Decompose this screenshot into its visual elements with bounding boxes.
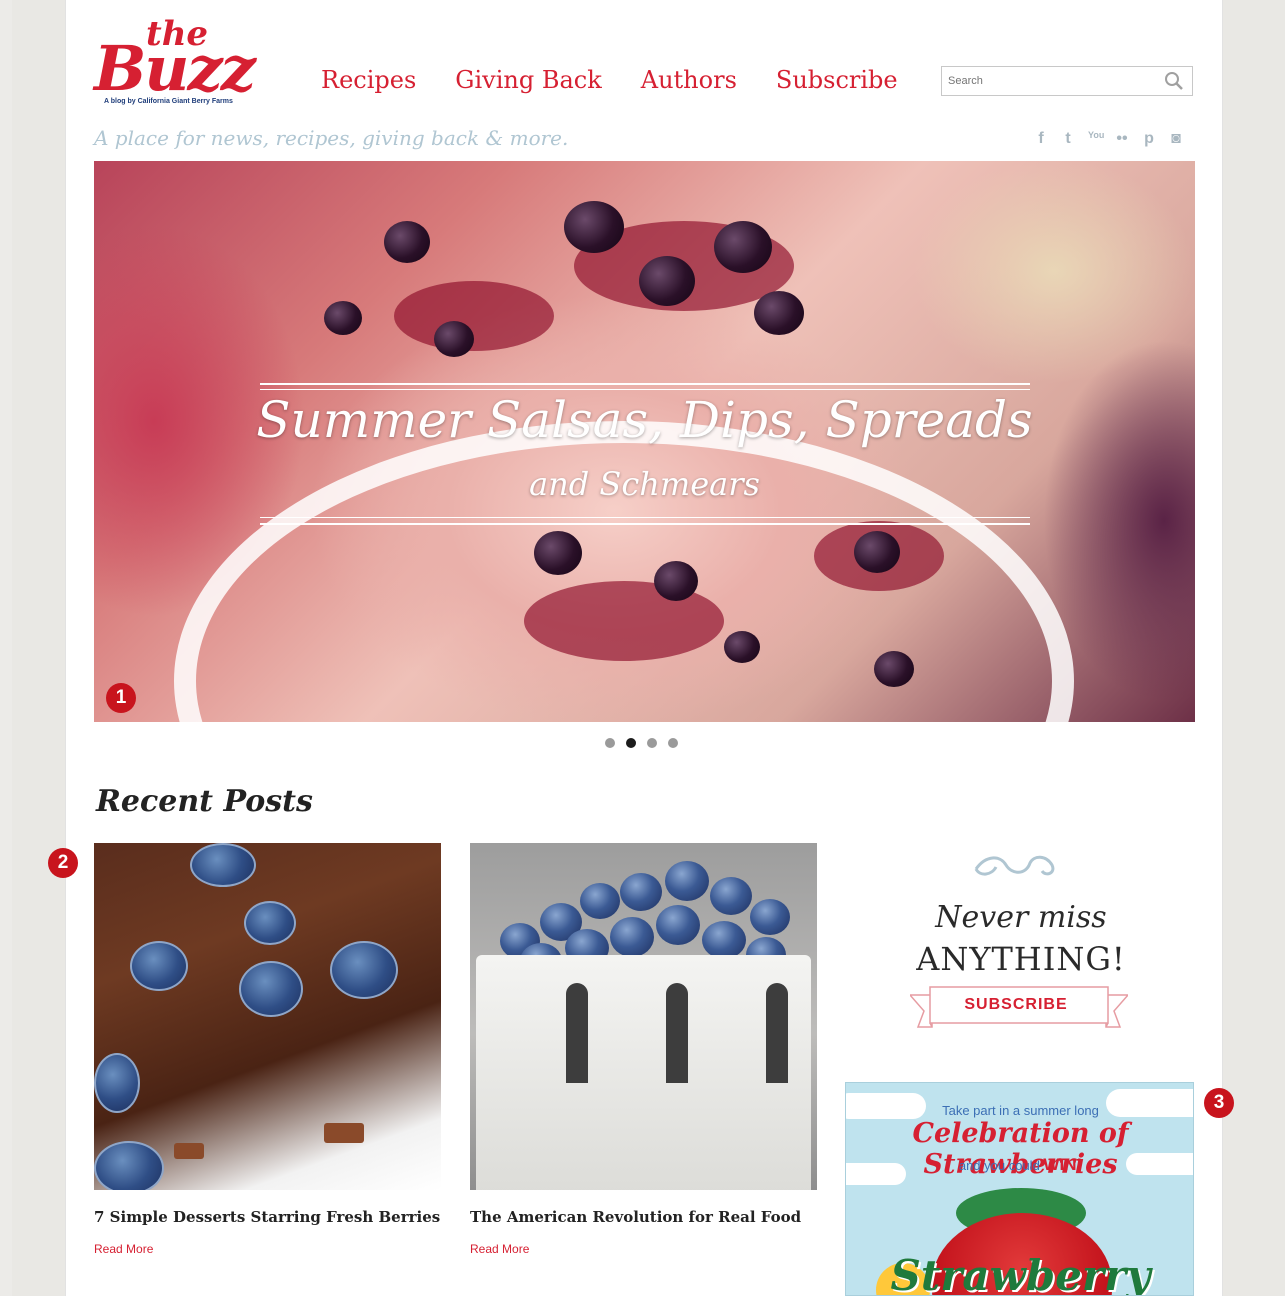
slider-dot-3[interactable] bbox=[647, 738, 657, 748]
promo-line-3: and you could WIN! bbox=[846, 1155, 1193, 1175]
instagram-icon[interactable]: ◙ bbox=[1169, 130, 1183, 148]
hero-berry bbox=[384, 221, 430, 263]
basket-shape bbox=[476, 955, 811, 1190]
brownie-crumb bbox=[174, 1143, 204, 1159]
brownie-blueberry bbox=[239, 961, 303, 1017]
anything-text: ANYTHING! bbox=[916, 940, 1126, 978]
page-background-left bbox=[12, 0, 66, 1296]
brownie-blueberry bbox=[244, 901, 296, 945]
hero-berry bbox=[564, 201, 624, 253]
basket-slot bbox=[766, 983, 788, 1083]
nav-item-recipes[interactable]: Recipes bbox=[321, 66, 416, 94]
page-container: the Buzz A blog by California Giant Berr… bbox=[48, 0, 1234, 1296]
hero-drizzle bbox=[524, 581, 724, 661]
site-tagline: A place for news, recipes, giving back &… bbox=[94, 126, 569, 150]
promo-strawberry-word: Strawberry bbox=[890, 1251, 1151, 1296]
search-icon[interactable] bbox=[1164, 71, 1184, 91]
post-image-desserts[interactable] bbox=[94, 843, 441, 1190]
basket-blueberry bbox=[750, 899, 790, 935]
hero-berry bbox=[724, 631, 760, 663]
search-box bbox=[941, 66, 1193, 96]
post-title-desserts[interactable]: 7 Simple Desserts Starring Fresh Berries bbox=[94, 1208, 440, 1226]
site-logo[interactable]: the Buzz A blog by California Giant Berr… bbox=[94, 14, 264, 110]
callout-1: 1 bbox=[106, 683, 136, 713]
nav-item-giving-back[interactable]: Giving Back bbox=[455, 66, 601, 94]
post-title-real-food[interactable]: The American Revolution for Real Food bbox=[470, 1208, 801, 1226]
hero-berry bbox=[854, 531, 900, 573]
hero-title: Summer Salsas, Dips, Spreads bbox=[256, 391, 1033, 449]
callout-2: 2 bbox=[48, 848, 78, 878]
basket-blueberry bbox=[580, 883, 620, 919]
callout-3: 3 bbox=[1204, 1088, 1234, 1118]
hero-rule-top bbox=[260, 383, 1030, 385]
search-input[interactable] bbox=[942, 67, 1158, 95]
hero-subtitle: and Schmears bbox=[529, 465, 760, 503]
brownie-crumb bbox=[324, 1123, 364, 1143]
basket-blueberry bbox=[656, 905, 700, 945]
nav-item-authors[interactable]: Authors bbox=[641, 66, 737, 94]
basket-blueberry bbox=[610, 917, 654, 957]
basket-blueberry bbox=[620, 873, 662, 911]
hero-berry bbox=[434, 321, 474, 357]
hero-rule-top-thin bbox=[260, 389, 1030, 390]
hero-berry bbox=[639, 256, 695, 306]
read-more-link-desserts[interactable]: Read More bbox=[94, 1242, 153, 1256]
twitter-icon[interactable]: t bbox=[1061, 130, 1075, 148]
slider-dot-2[interactable] bbox=[626, 738, 636, 748]
basket-blueberry bbox=[665, 861, 709, 901]
basket-blueberry bbox=[710, 877, 752, 915]
facebook-icon[interactable]: f bbox=[1034, 130, 1048, 148]
brownie-blueberry bbox=[190, 843, 256, 887]
hero-drizzle bbox=[394, 281, 554, 351]
hero-berry bbox=[324, 301, 362, 335]
hero-berry bbox=[874, 651, 914, 687]
hero-rule-bottom bbox=[260, 523, 1030, 525]
nav-item-subscribe[interactable]: Subscribe bbox=[776, 66, 898, 94]
never-miss-text: Never miss bbox=[935, 900, 1107, 935]
slider-dot-1[interactable] bbox=[605, 738, 615, 748]
brownie-blueberry bbox=[94, 1053, 140, 1113]
brownie-blueberry bbox=[94, 1141, 164, 1190]
brownie-blueberry bbox=[330, 941, 398, 999]
subscribe-button-label[interactable]: SUBSCRIBE bbox=[946, 996, 1086, 1014]
youtube-icon[interactable]: You bbox=[1088, 130, 1104, 148]
hero-berry bbox=[534, 531, 582, 575]
read-more-link-real-food[interactable]: Read More bbox=[470, 1242, 529, 1256]
basket-slot bbox=[566, 983, 588, 1083]
hero-berry bbox=[754, 291, 804, 335]
flickr-icon[interactable]: •• bbox=[1115, 130, 1129, 148]
social-links: f t You •• p ◙ bbox=[1034, 130, 1183, 148]
basket-blueberry bbox=[702, 921, 746, 959]
hero-rule-bottom-thin bbox=[260, 517, 1030, 518]
slider-dot-4[interactable] bbox=[668, 738, 678, 748]
main-nav: Recipes Giving Back Authors Subscribe bbox=[321, 66, 898, 94]
brownie-blueberry bbox=[130, 941, 188, 991]
strawberry-promo-banner[interactable]: Take part in a summer long Celebration o… bbox=[845, 1082, 1194, 1296]
promo-line-1: Take part in a summer long bbox=[942, 1103, 1099, 1118]
post-image-real-food[interactable] bbox=[470, 843, 817, 1190]
logo-buzz-text: Buzz bbox=[94, 32, 256, 105]
promo-win: WIN! bbox=[1043, 1155, 1083, 1174]
logo-tagline: A blog by California Giant Berry Farms bbox=[104, 98, 233, 105]
promo-line-3-pre: and you could bbox=[958, 1158, 1040, 1173]
basket-slot bbox=[666, 983, 688, 1083]
slider-dots bbox=[605, 738, 678, 748]
recent-posts-heading: Recent Posts bbox=[96, 784, 313, 819]
hero-berry bbox=[714, 221, 772, 273]
hero-berry bbox=[654, 561, 698, 601]
flourish-icon bbox=[974, 855, 1055, 876]
pinterest-icon[interactable]: p bbox=[1142, 130, 1156, 148]
hero-slider[interactable]: Summer Salsas, Dips, Spreads and Schmear… bbox=[94, 161, 1195, 722]
